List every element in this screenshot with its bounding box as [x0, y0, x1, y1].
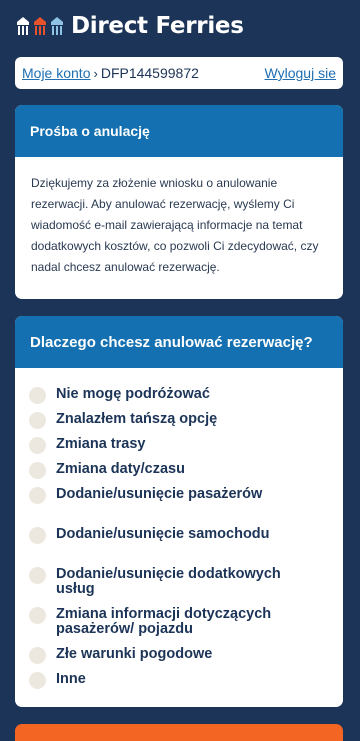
reason-option[interactable]: Zmiana trasy — [29, 437, 316, 454]
reason-option-label[interactable]: Dodanie/usunięcie samochodu — [56, 527, 316, 542]
reason-option[interactable]: Dodanie/usunięcie dodatkowych usług — [29, 567, 316, 597]
reason-option[interactable]: Dodanie/usunięcie pasażerów — [29, 487, 316, 504]
radio-button[interactable] — [29, 412, 46, 429]
reason-option-label[interactable]: Zmiana informacji dotyczących pasażerów/… — [56, 607, 316, 637]
radio-button[interactable] — [29, 462, 46, 479]
reason-option-label[interactable]: Nie mogę podróżować — [56, 387, 316, 402]
reason-option[interactable]: Inne — [29, 672, 316, 689]
reason-option[interactable]: Dodanie/usunięcie samochodu — [29, 527, 316, 544]
header: Direct Ferries — [0, 0, 360, 52]
radio-button[interactable] — [29, 487, 46, 504]
radio-button[interactable] — [29, 567, 46, 584]
chevron-right-icon: › — [93, 65, 98, 81]
radio-button[interactable] — [29, 437, 46, 454]
brand-name[interactable]: Direct Ferries — [71, 13, 244, 39]
cancel-request-title: Prośba o anulację — [15, 105, 343, 157]
cancel-request-text: Dziękujemy za złożenie wniosku o anulowa… — [31, 176, 319, 274]
reason-option-label[interactable]: Zmiana trasy — [56, 437, 316, 452]
radio-button[interactable] — [29, 387, 46, 404]
reason-option-label[interactable]: Dodanie/usunięcie pasażerów — [56, 487, 316, 502]
reason-option[interactable]: Złe warunki pogodowe — [29, 647, 316, 664]
radio-button[interactable] — [29, 607, 46, 624]
reason-option[interactable]: Zmiana daty/czasu — [29, 462, 316, 479]
passenger-icon — [34, 17, 46, 35]
reason-option-label[interactable]: Znalazłem tańszą opcję — [56, 412, 316, 427]
radio-button[interactable] — [29, 527, 46, 544]
reason-option-label[interactable]: Inne — [56, 672, 316, 687]
cancel-reason-card: Dlaczego chcesz anulować rezerwację? Nie… — [15, 316, 343, 707]
reason-option-label[interactable]: Zmiana daty/czasu — [56, 462, 316, 477]
radio-button[interactable] — [29, 672, 46, 689]
reason-option[interactable]: Nie mogę podróżować — [29, 387, 316, 404]
reason-option[interactable]: Zmiana informacji dotyczących pasażerów/… — [29, 607, 316, 637]
my-account-link[interactable]: Moje konto — [22, 65, 90, 81]
passenger-icon — [51, 17, 63, 35]
cancel-request-card: Prośba o anulację Dziękujemy za złożenie… — [15, 105, 343, 299]
booking-reference: DFP144599872 — [100, 65, 199, 81]
logout-link[interactable]: Wyloguj sie — [265, 65, 336, 81]
cancel-reason-title: Dlaczego chcesz anulować rezerwację? — [15, 316, 343, 368]
reason-option-label[interactable]: Złe warunki pogodowe — [56, 647, 316, 662]
reason-option-label[interactable]: Dodanie/usunięcie dodatkowych usług — [56, 567, 316, 597]
radio-button[interactable] — [29, 647, 46, 664]
account-bar: Moje konto › DFP144599872 Wyloguj sie — [15, 57, 343, 89]
submit-button[interactable] — [15, 724, 343, 741]
logo[interactable] — [15, 16, 65, 36]
passenger-icon — [17, 17, 29, 35]
reason-option[interactable]: Znalazłem tańszą opcję — [29, 412, 316, 429]
